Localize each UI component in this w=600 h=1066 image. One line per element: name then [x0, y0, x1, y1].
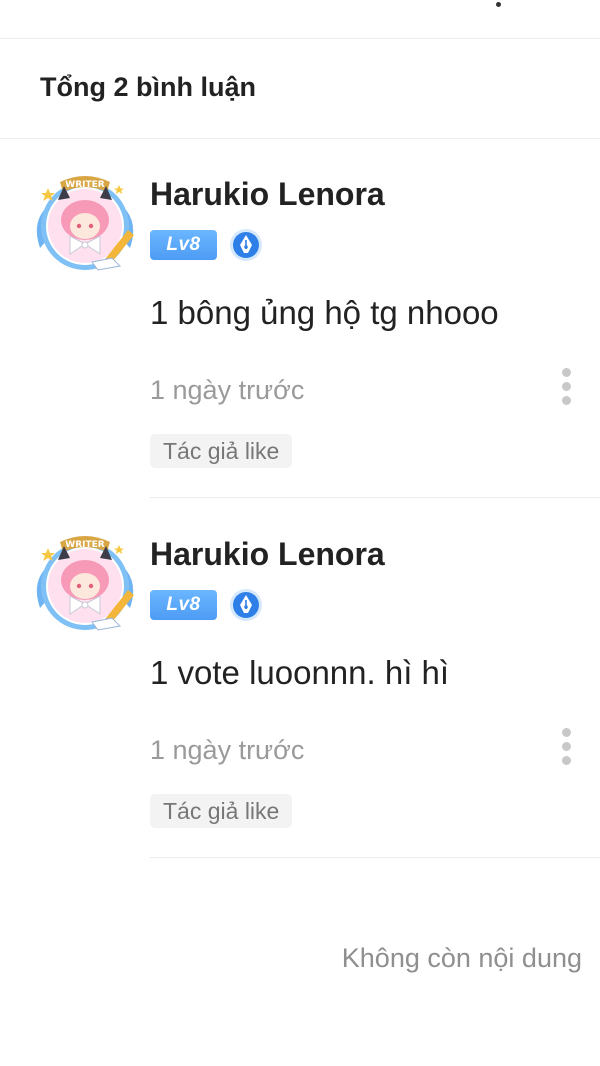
author-like-tag: Tác giả like: [150, 794, 293, 828]
comment-divider: [150, 857, 600, 858]
user-avatar[interactable]: WRITER: [30, 170, 140, 274]
comment-time: 1 ngày trước: [150, 375, 305, 405]
comment-body: 1 bông ủng hộ tg nhooo: [150, 294, 499, 331]
comment-item: WRITER Harukio Lenora Lv8 1 bông ủng hộ …: [0, 140, 600, 498]
comment-total-title: Tổng 2 bình luận: [40, 72, 256, 102]
top-dot-icon: [496, 2, 501, 7]
more-options-icon[interactable]: [556, 728, 578, 768]
header-divider: [0, 138, 600, 139]
top-bar: [0, 0, 600, 39]
comment-time: 1 ngày trước: [150, 735, 305, 765]
pen-nib-icon: [229, 588, 263, 622]
comment-username[interactable]: Harukio Lenora: [150, 536, 385, 573]
user-avatar[interactable]: WRITER: [30, 530, 140, 634]
comment-divider: [150, 497, 600, 498]
svg-text:WRITER: WRITER: [65, 180, 104, 190]
author-like-tag: Tác giả like: [150, 434, 293, 468]
more-options-icon[interactable]: [556, 368, 578, 408]
end-of-content-label: Không còn nội dung: [341, 943, 582, 973]
comment-username[interactable]: Harukio Lenora: [150, 176, 385, 213]
level-badge: Lv8: [150, 230, 217, 260]
svg-text:WRITER: WRITER: [65, 540, 104, 550]
level-badge: Lv8: [150, 590, 217, 620]
pen-nib-icon: [229, 228, 263, 262]
comment-item: WRITER Harukio Lenora Lv8 1 vote luoonnn…: [0, 500, 600, 858]
comment-body: 1 vote luoonnn. hì hì: [150, 654, 450, 691]
